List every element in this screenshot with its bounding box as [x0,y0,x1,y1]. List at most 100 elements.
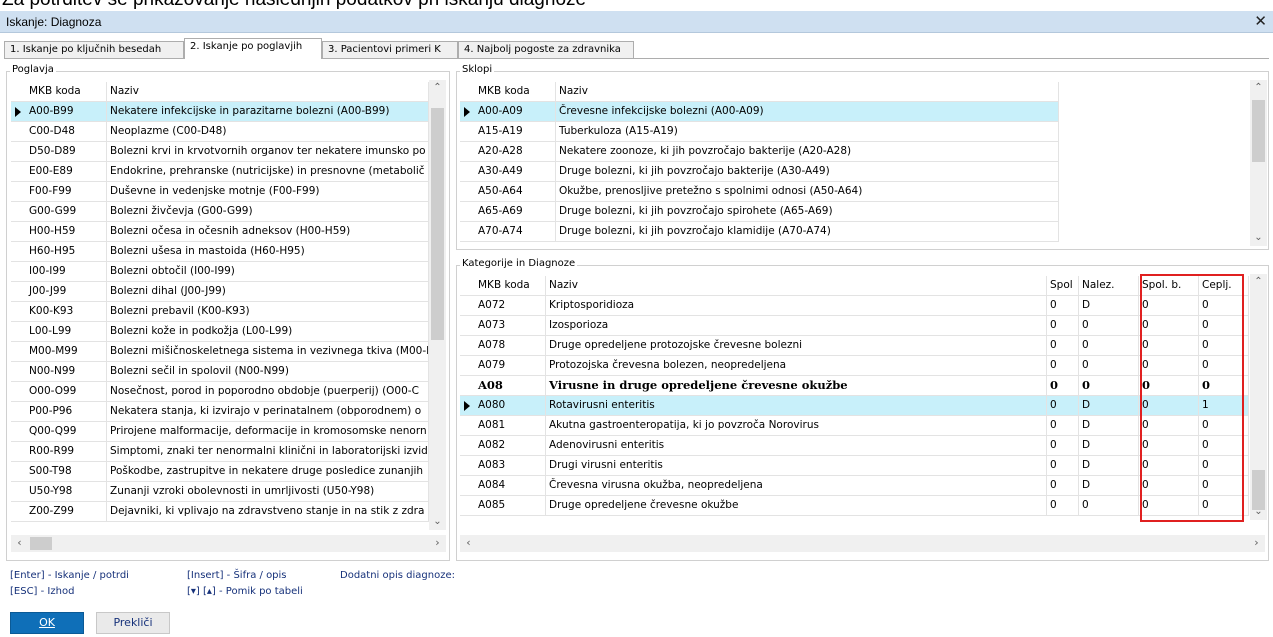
chapter-row[interactable]: D50-D89 Bolezni krvi in krvotvornih organ… [11,142,429,162]
section-row[interactable]: A20-A28 Nekatere zoonoze, ki jih povzroča… [460,142,1059,162]
table-cell: M00-M99 [26,342,107,362]
tab-keywords[interactable]: 1. Iskanje po ključnih besedah [4,41,184,58]
scroll-right-icon[interactable]: › [429,535,446,552]
category-row[interactable]: A082 Adenovirusni enteritis 0 D 0 0 [460,436,1249,456]
scroll-down-icon[interactable]: ⌄ [1250,504,1267,520]
chapter-row[interactable]: S00-T98 Poškodbe, zastrupitve in nekatere… [11,462,429,482]
window-titlebar: Iskanje: Diagnoza ✕ [0,11,1273,33]
chapter-row[interactable]: A00-B99 Nekatere infekcijske in parazitar… [11,102,429,122]
scroll-down-icon[interactable]: ⌄ [1250,230,1267,246]
table-cell: Nekatere infekcijske in parazitarne bole… [107,102,429,122]
scroll-thumb[interactable] [30,537,52,550]
column-header[interactable]: Nalez. [1079,276,1139,296]
column-header[interactable]: MKB koda [26,82,107,102]
chapter-row[interactable]: F00-F99 Duševne in vedenjske motnje (F00-… [11,182,429,202]
table-cell: 0 [1047,456,1079,476]
section-row[interactable]: A50-A64 Okužbe, prenosljive pretežno s sp… [460,182,1059,202]
table-cell: Bolezni ušesa in mastoida (H60-H95) [107,242,429,262]
chapter-row[interactable]: M00-M99 Bolezni mišičnoskeletnega sistema… [11,342,429,362]
table-cell: D [1079,396,1139,416]
table-cell: Bolezni živčevja (G00-G99) [107,202,429,222]
section-row[interactable]: A15-A19 Tuberkuloza (A15-A19) [460,122,1059,142]
category-row[interactable]: A079 Protozojska črevesna bolezen, neopre… [460,356,1249,376]
table-cell: F00-F99 [26,182,107,202]
scroll-thumb[interactable] [431,108,444,340]
table-cell: 0 [1079,316,1139,336]
chapter-row[interactable]: Q00-Q99 Prirojene malformacije, deformaci… [11,422,429,442]
chapter-row[interactable]: O00-O99 Nosečnost, porod in poporodno obd… [11,382,429,402]
table-cell: 0 [1047,296,1079,316]
section-row[interactable]: A70-A74 Druge bolezni, ki jih povzročajo … [460,222,1059,242]
category-row[interactable]: A073 Izosporioza 0 0 0 0 [460,316,1249,336]
table-cell: Druge bolezni, ki jih povzročajo spirohe… [556,202,1059,222]
chapter-row[interactable]: H00-H59 Bolezni očesa in očesnih adneksov… [11,222,429,242]
section-row[interactable]: A30-A49 Druge bolezni, ki jih povzročajo … [460,162,1059,182]
ok-button[interactable]: OK [10,612,84,634]
chapter-row[interactable]: L00-L99 Bolezni kože in podkožja (L00-L99… [11,322,429,342]
chapters-table: MKB koda Naziv A00-B99 Nekatere infekcijske… [11,80,446,530]
tab-patient-cases[interactable]: 3. Pacientovi primeri K [322,41,458,58]
chapter-row[interactable]: J00-J99 Bolezni dihal (J00-J99) [11,282,429,302]
chapters-vscrollbar[interactable]: ⌃ ⌄ [429,80,446,530]
table-cell: Bolezni očesa in očesnih adneksov (H00-H… [107,222,429,242]
section-row[interactable]: A00-A09 Črevesne infekcijske bolezni (A00… [460,102,1059,122]
chapters-hscrollbar[interactable]: ‹ › [11,535,446,552]
scroll-down-icon[interactable]: ⌄ [429,514,446,530]
chapter-row[interactable]: U50-Y98 Zunanji vzroki obolevnosti in umr… [11,482,429,502]
table-cell: Tuberkuloza (A15-A19) [556,122,1059,142]
column-header[interactable]: Naziv [107,82,429,102]
scroll-left-icon[interactable]: ‹ [460,535,477,552]
sections-group-title: Sklopi [460,64,495,75]
category-row[interactable]: A078 Druge opredeljene protozojske čreves… [460,336,1249,356]
help-arrows: [▾] [▴] - Pomik po tabeli [187,586,303,597]
scroll-up-icon[interactable]: ⌃ [1250,80,1267,96]
table-cell: Nosečnost, porod in poporodno obdobje (p… [107,382,429,402]
scroll-up-icon[interactable]: ⌃ [1250,274,1267,290]
column-header[interactable]: MKB koda [475,276,546,296]
section-row[interactable]: A65-A69 Druge bolezni, ki jih povzročajo … [460,202,1059,222]
chapter-row[interactable]: R00-R99 Simptomi, znaki ter nenormalni kl… [11,442,429,462]
column-header[interactable]: Naziv [546,276,1047,296]
chapter-row[interactable]: C00-D48 Neoplazme (C00-D48) [11,122,429,142]
chapter-row[interactable]: N00-N99 Bolezni sečil in spolovil (N00-N9… [11,362,429,382]
chapter-row[interactable]: H60-H95 Bolezni ušesa in mastoida (H60-H9… [11,242,429,262]
chapter-row[interactable]: G00-G99 Bolezni živčevja (G00-G99) [11,202,429,222]
cancel-button[interactable]: Prekliči [96,612,170,634]
category-row[interactable]: A084 Črevesna virusna okužba, neopredelje… [460,476,1249,496]
table-cell: 0 [1079,336,1139,356]
scroll-right-icon[interactable]: › [1248,535,1265,552]
highlight-box [1140,274,1244,522]
table-cell: 0 [1079,376,1139,396]
category-row[interactable]: A081 Akutna gastroenteropatija, ki jo pov… [460,416,1249,436]
category-row[interactable]: A085 Druge opredeljene črevesne okužbe 0 0 0… [460,496,1249,516]
table-cell: A079 [475,356,546,376]
table-cell: A081 [475,416,546,436]
close-icon[interactable]: ✕ [1254,12,1267,30]
category-row[interactable]: A080 Rotavirusni enteritis 0 D 0 1 [460,396,1249,416]
category-row[interactable]: A072 Kriptosporidioza 0 D 0 0 [460,296,1249,316]
chapter-row[interactable]: K00-K93 Bolezni prebavil (K00-K93) [11,302,429,322]
table-cell: Dejavniki, ki vplivajo na zdravstveno st… [107,502,429,522]
scroll-up-icon[interactable]: ⌃ [429,80,446,96]
chapter-row[interactable]: I00-I99 Bolezni obtočil (I00-I99) [11,262,429,282]
scroll-thumb[interactable] [1252,100,1265,162]
table-cell: D50-D89 [26,142,107,162]
categories-hscrollbar[interactable]: ‹ › [460,535,1265,552]
category-row[interactable]: A083 Drugi virusni enteritis 0 D 0 0 [460,456,1249,476]
table-cell: Drugi virusni enteritis [546,456,1047,476]
table-cell: A30-A49 [475,162,556,182]
table-cell: Nekatere zoonoze, ki jih povzročajo bakt… [556,142,1059,162]
chapter-row[interactable]: P00-P96 Nekatera stanja, ki izvirajo v pe… [11,402,429,422]
category-row[interactable]: A08 Virusne in druge opredeljene črevesne… [460,376,1249,396]
column-header[interactable]: Naziv [556,82,1059,102]
categories-vscrollbar[interactable]: ⌃ ⌄ [1250,274,1267,520]
tab-chapters[interactable]: 2. Iskanje po poglavjih [184,38,322,59]
column-header[interactable]: Spol [1047,276,1079,296]
sections-vscrollbar[interactable]: ⌃ ⌄ [1250,80,1267,246]
column-header[interactable]: MKB koda [475,82,556,102]
tab-most-frequent[interactable]: 4. Najbolj pogoste za zdravnika [458,41,634,58]
chapter-row[interactable]: Z00-Z99 Dejavniki, ki vplivajo na zdravst… [11,502,429,522]
scroll-left-icon[interactable]: ‹ [11,535,28,552]
table-cell: 0 [1047,396,1079,416]
chapter-row[interactable]: E00-E89 Endokrine, prehranske (nutricijsk… [11,162,429,182]
